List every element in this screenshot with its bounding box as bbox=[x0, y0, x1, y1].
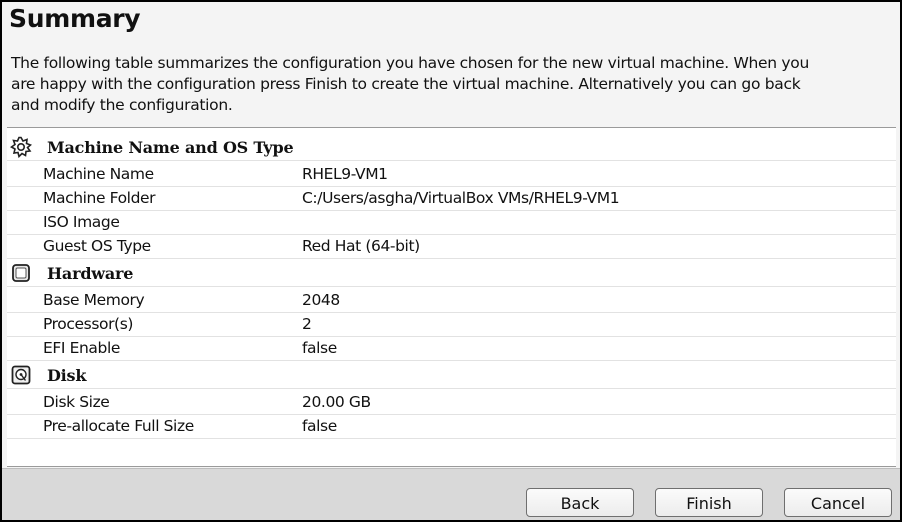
section-header-machine-name-os-type: Machine Name and OS Type bbox=[7, 134, 896, 161]
cancel-button[interactable]: Cancel bbox=[784, 488, 892, 517]
row-value: 2048 bbox=[302, 291, 340, 309]
table-row: Machine Name RHEL9-VM1 bbox=[7, 162, 896, 187]
row-value: 20.00 GB bbox=[302, 393, 371, 411]
back-button[interactable]: Back bbox=[526, 488, 634, 517]
row-label: Pre-allocate Full Size bbox=[43, 417, 194, 435]
row-label: Processor(s) bbox=[43, 315, 134, 333]
row-label: Guest OS Type bbox=[43, 237, 151, 255]
row-label: Machine Folder bbox=[43, 189, 156, 207]
table-row: Pre-allocate Full Size false bbox=[7, 414, 896, 439]
table-row: Disk Size 20.00 GB bbox=[7, 390, 896, 415]
row-value: C:/Users/asgha/VirtualBox VMs/RHEL9-VM1 bbox=[302, 189, 620, 207]
row-label: Machine Name bbox=[43, 165, 154, 183]
table-row: Processor(s) 2 bbox=[7, 312, 896, 337]
row-value: false bbox=[302, 417, 337, 435]
section-title: Disk bbox=[47, 366, 87, 385]
table-row: Machine Folder C:/Users/asgha/VirtualBox… bbox=[7, 186, 896, 211]
finish-button[interactable]: Finish bbox=[655, 488, 763, 517]
os-type-gear-icon bbox=[10, 136, 32, 158]
section-title: Hardware bbox=[47, 264, 134, 283]
button-bar: Back Finish Cancel bbox=[2, 468, 900, 520]
hardware-chip-icon bbox=[12, 264, 30, 282]
hard-disk-icon bbox=[11, 365, 31, 385]
row-value: RHEL9-VM1 bbox=[302, 165, 388, 183]
table-row: EFI Enable false bbox=[7, 336, 896, 361]
row-label: EFI Enable bbox=[43, 339, 121, 357]
summary-description: The following table summarizes the confi… bbox=[11, 54, 809, 114]
section-header-hardware: Hardware bbox=[7, 260, 896, 287]
table-row: Base Memory 2048 bbox=[7, 288, 896, 313]
section-header-disk: Disk bbox=[7, 362, 896, 389]
section-title: Machine Name and OS Type bbox=[47, 138, 294, 157]
row-value: false bbox=[302, 339, 337, 357]
row-value: Red Hat (64-bit) bbox=[302, 237, 420, 255]
row-label: ISO Image bbox=[43, 213, 120, 231]
row-label: Base Memory bbox=[43, 291, 145, 309]
summary-table: Machine Name and OS Type Machine Name RH… bbox=[7, 127, 896, 467]
page-title: Summary bbox=[9, 4, 141, 33]
summary-dialog: Summary The following table summarizes t… bbox=[0, 0, 902, 522]
table-row: Guest OS Type Red Hat (64-bit) bbox=[7, 234, 896, 259]
table-row: ISO Image bbox=[7, 210, 896, 235]
row-value: 2 bbox=[302, 315, 312, 333]
row-label: Disk Size bbox=[43, 393, 110, 411]
